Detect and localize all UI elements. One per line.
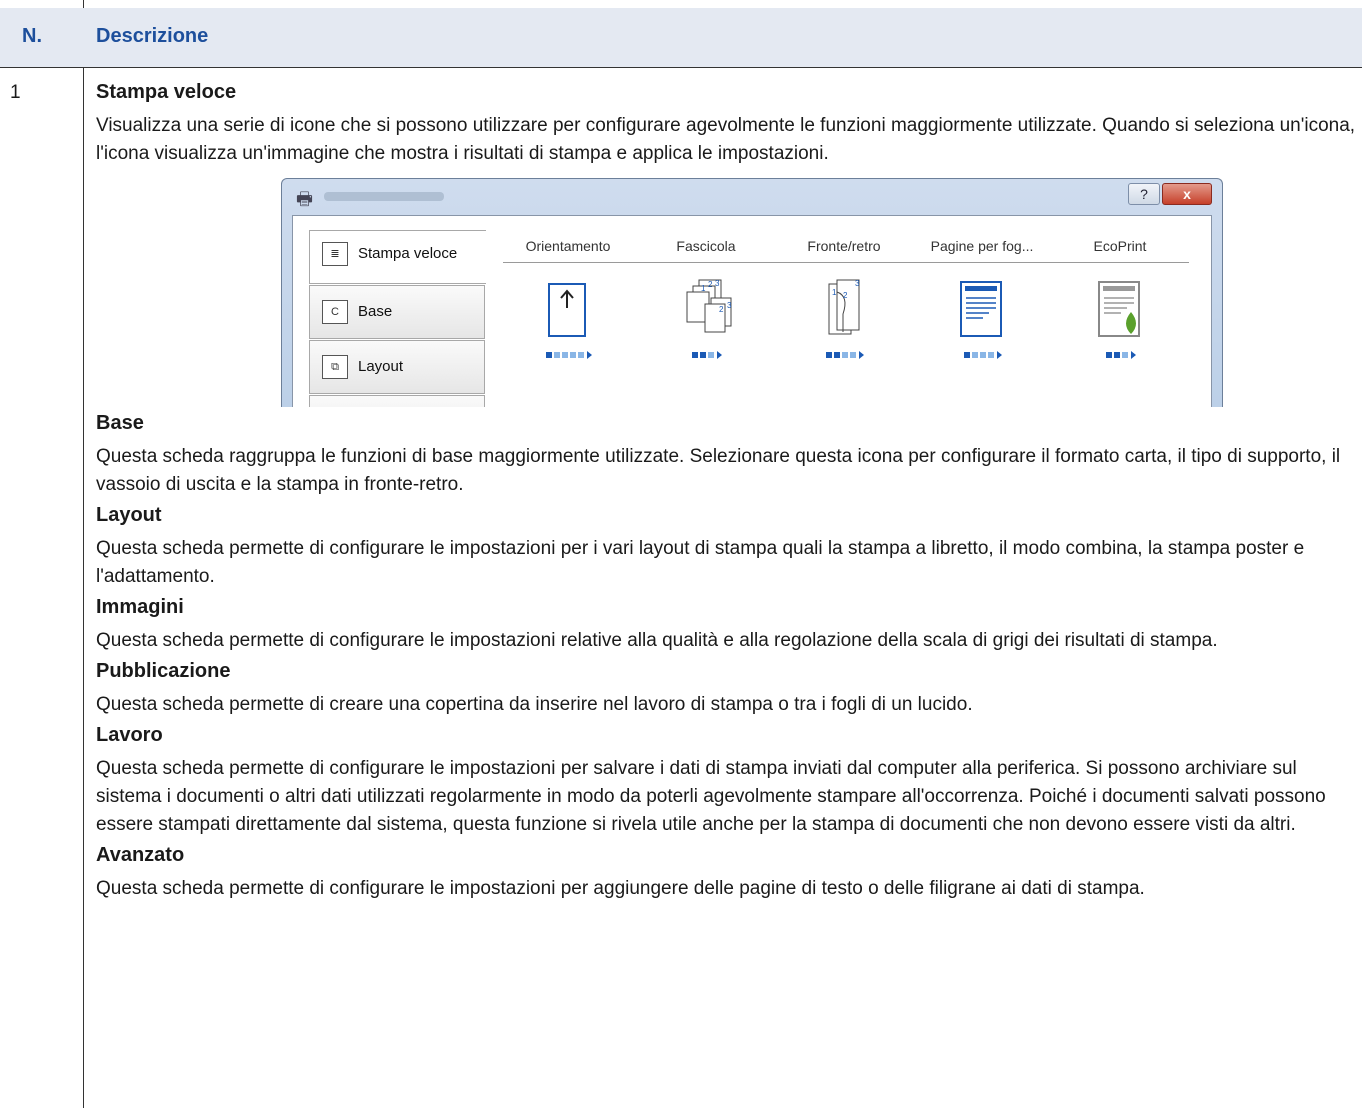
section-stampa-veloce: Stampa veloce Visualizza una serie di ic… [96,78,1358,168]
section-pubblicazione: Pubblicazione Questa scheda permette di … [96,657,1358,719]
svg-text:2: 2 [719,305,724,314]
level-square [987,352,994,358]
quick-print-icon: ≣ [322,242,348,266]
header-description: Descrizione [96,25,209,47]
level-square [699,352,706,358]
dialog-title-blurred [324,192,444,201]
tab-label: Base [358,303,393,320]
svg-text:3: 3 [727,301,732,310]
level-arrow-icon [858,351,864,359]
section-text: Visualizza una serie di icone che si pos… [96,115,1356,164]
section-text: Questa scheda permette di configurare le… [96,538,1305,587]
section-lavoro: Lavoro Questa scheda permette di configu… [96,721,1358,839]
help-button[interactable]: ? [1128,183,1160,205]
option-label-ecoprint: EcoPrint [1093,238,1147,254]
table-header: N. Descrizione [0,8,1362,68]
level-indicator-pagine-per-foglio [917,350,1047,360]
level-square [577,352,584,358]
svg-text:2: 2 [708,280,713,289]
svg-text:3: 3 [855,279,860,288]
tab-stampa-veloce[interactable]: ≣ Stampa veloce [309,230,486,284]
orientation-icon[interactable] [503,278,633,340]
level-square [1105,352,1112,358]
level-indicator-fascicola [641,350,771,360]
section-text: Questa scheda permette di configurare le… [96,630,1218,651]
close-button[interactable]: x [1162,183,1212,205]
level-square [569,352,576,358]
section-base: Base Questa scheda raggruppa le funzioni… [96,409,1358,499]
section-title: Lavoro [96,724,163,746]
level-square [691,352,698,358]
dialog-titlebar: 🖶 ? x [282,179,1222,215]
basic-icon: C [322,300,348,324]
section-immagini: Immagini Questa scheda permette di confi… [96,593,1358,655]
level-square [841,352,848,358]
section-title: Stampa veloce [96,81,237,103]
section-text: Questa scheda raggruppa le funzioni di b… [96,446,1341,495]
section-text: Questa scheda permette di creare una cop… [96,694,973,715]
section-text: Questa scheda permette di configurare le… [96,878,1145,899]
level-square [833,352,840,358]
level-arrow-icon [586,351,592,359]
pages-per-sheet-icon[interactable] [917,278,1047,340]
level-square [1113,352,1120,358]
svg-text:1: 1 [832,288,837,297]
tab-base[interactable]: C Base [309,285,485,339]
section-title: Immagini [96,596,184,618]
ecoprint-icon[interactable] [1055,278,1185,340]
section-title: Pubblicazione [96,660,231,682]
row-number: 1 [10,82,21,103]
section-title: Layout [96,504,162,526]
options-divider [503,262,1189,263]
layout-icon: ⧉ [322,355,348,379]
level-square [849,352,856,358]
svg-text:1: 1 [701,284,706,293]
option-label-fronte-retro: Fronte/retro [807,238,881,254]
tab-next[interactable] [309,395,485,407]
option-label-orientamento: Orientamento [525,238,611,254]
duplex-icon[interactable]: 1 2 3 [779,278,909,340]
header-number: N. [22,25,42,47]
printing-preferences-screenshot: 🖶 ? x ≣ Stampa veloce C Base ⧉ Layout Or… [281,178,1223,407]
tab-label: Stampa veloce [358,245,458,262]
section-title: Avanzato [96,844,185,866]
section-text: Questa scheda permette di configurare le… [96,758,1326,835]
level-square [545,352,552,358]
level-indicator-orientamento [503,350,633,360]
level-square [979,352,986,358]
level-square [825,352,832,358]
section-layout: Layout Questa scheda permette di configu… [96,501,1358,591]
description-cell: Stampa veloce Visualizza una serie di ic… [96,78,1358,905]
level-square [707,352,714,358]
level-arrow-icon [996,351,1002,359]
level-square [971,352,978,358]
level-square [963,352,970,358]
tab-list: ≣ Stampa veloce C Base ⧉ Layout [309,230,486,407]
printer-icon: 🖶 [296,189,313,209]
column-divider [83,0,84,1108]
level-indicator-fronte-retro [779,350,909,360]
level-square [553,352,560,358]
svg-text:3: 3 [715,279,720,288]
option-label-pagine-per-foglio: Pagine per fog... [930,238,1034,254]
level-square [1121,352,1128,358]
section-avanzato: Avanzato Questa scheda permette di confi… [96,841,1358,903]
level-square [561,352,568,358]
tab-layout[interactable]: ⧉ Layout [309,340,485,394]
option-label-fascicola: Fascicola [676,238,736,254]
level-arrow-icon [716,351,722,359]
collate-icon[interactable]: 1 2 3 3 2 [641,278,771,340]
svg-text:2: 2 [843,291,848,300]
dialog-body: ≣ Stampa veloce C Base ⧉ Layout Orientam… [292,215,1212,407]
level-arrow-icon [1130,351,1136,359]
section-title: Base [96,412,144,434]
tab-label: Layout [358,358,404,375]
level-indicator-ecoprint [1055,350,1185,360]
